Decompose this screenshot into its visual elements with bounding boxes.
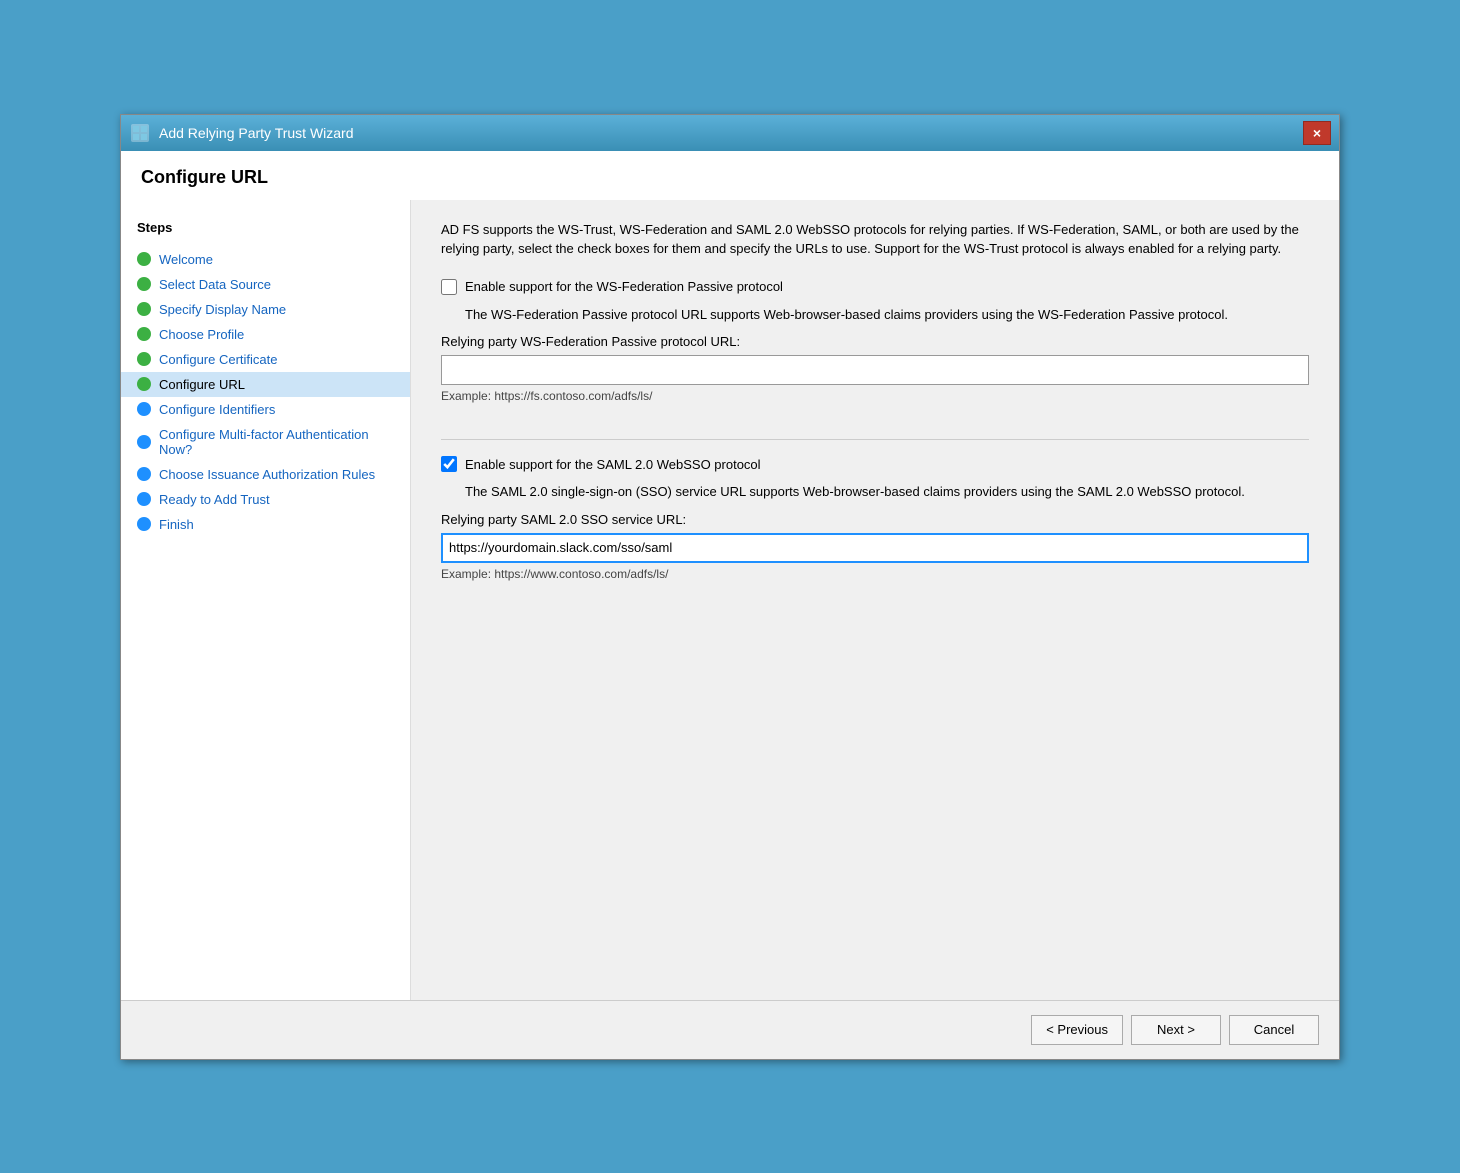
ws-federation-checkbox[interactable] bbox=[441, 279, 457, 295]
window-title: Add Relying Party Trust Wizard bbox=[159, 125, 354, 141]
sidebar-item-choose-issuance[interactable]: Choose Issuance Authorization Rules bbox=[121, 462, 410, 487]
content-area: Configure URL Steps Welcome Select Data … bbox=[121, 151, 1339, 1059]
main-description: AD FS supports the WS-Trust, WS-Federati… bbox=[441, 220, 1309, 259]
title-bar: Add Relying Party Trust Wizard × bbox=[121, 115, 1339, 151]
ws-federation-example: Example: https://fs.contoso.com/adfs/ls/ bbox=[441, 389, 1309, 403]
saml-field-label: Relying party SAML 2.0 SSO service URL: bbox=[441, 512, 1309, 527]
step-dot-specify-display-name bbox=[137, 302, 151, 316]
sidebar-item-select-data-source[interactable]: Select Data Source bbox=[121, 272, 410, 297]
sidebar-item-welcome[interactable]: Welcome bbox=[121, 247, 410, 272]
ws-federation-field-label: Relying party WS-Federation Passive prot… bbox=[441, 334, 1309, 349]
ws-federation-description: The WS-Federation Passive protocol URL s… bbox=[465, 305, 1309, 325]
ws-federation-checkbox-label[interactable]: Enable support for the WS-Federation Pas… bbox=[465, 279, 783, 294]
step-dot-finish bbox=[137, 517, 151, 531]
sidebar-item-label-choose-issuance: Choose Issuance Authorization Rules bbox=[159, 467, 375, 482]
step-dot-choose-profile bbox=[137, 327, 151, 341]
step-dot-configure-identifiers bbox=[137, 402, 151, 416]
saml-checkbox-row: Enable support for the SAML 2.0 WebSSO p… bbox=[441, 456, 1309, 472]
sidebar-item-specify-display-name[interactable]: Specify Display Name bbox=[121, 297, 410, 322]
step-dot-configure-url bbox=[137, 377, 151, 391]
saml-example: Example: https://www.contoso.com/adfs/ls… bbox=[441, 567, 1309, 581]
sidebar-item-label-configure-multifactor: Configure Multi-factor Authentication No… bbox=[159, 427, 394, 457]
ws-federation-section: Enable support for the WS-Federation Pas… bbox=[441, 279, 1309, 404]
sidebar-item-label-configure-url: Configure URL bbox=[159, 377, 245, 392]
saml-description: The SAML 2.0 single-sign-on (SSO) servic… bbox=[465, 482, 1309, 502]
ws-federation-checkbox-row: Enable support for the WS-Federation Pas… bbox=[441, 279, 1309, 295]
sidebar-item-ready-to-add[interactable]: Ready to Add Trust bbox=[121, 487, 410, 512]
step-dot-welcome bbox=[137, 252, 151, 266]
next-button[interactable]: Next > bbox=[1131, 1015, 1221, 1045]
sidebar-item-label-choose-profile: Choose Profile bbox=[159, 327, 244, 342]
previous-button[interactable]: < Previous bbox=[1031, 1015, 1123, 1045]
saml-section: Enable support for the SAML 2.0 WebSSO p… bbox=[441, 456, 1309, 581]
sidebar-item-configure-certificate[interactable]: Configure Certificate bbox=[121, 347, 410, 372]
step-dot-choose-issuance bbox=[137, 467, 151, 481]
ws-federation-url-input[interactable] bbox=[441, 355, 1309, 385]
divider bbox=[441, 439, 1309, 440]
sidebar-item-label-configure-identifiers: Configure Identifiers bbox=[159, 402, 275, 417]
sidebar: Steps Welcome Select Data Source Specify… bbox=[121, 200, 411, 1000]
sidebar-item-configure-multifactor[interactable]: Configure Multi-factor Authentication No… bbox=[121, 422, 410, 462]
saml-checkbox-label[interactable]: Enable support for the SAML 2.0 WebSSO p… bbox=[465, 457, 761, 472]
sidebar-item-configure-url[interactable]: Configure URL bbox=[121, 372, 410, 397]
step-dot-ready-to-add bbox=[137, 492, 151, 506]
sidebar-item-label-configure-certificate: Configure Certificate bbox=[159, 352, 278, 367]
cancel-button[interactable]: Cancel bbox=[1229, 1015, 1319, 1045]
sidebar-item-finish[interactable]: Finish bbox=[121, 512, 410, 537]
page-title: Configure URL bbox=[121, 151, 1339, 200]
sidebar-item-configure-identifiers[interactable]: Configure Identifiers bbox=[121, 397, 410, 422]
sidebar-item-label-select-data-source: Select Data Source bbox=[159, 277, 271, 292]
step-dot-select-data-source bbox=[137, 277, 151, 291]
steps-label: Steps bbox=[121, 216, 410, 247]
sidebar-item-label-ready-to-add: Ready to Add Trust bbox=[159, 492, 270, 507]
saml-url-input[interactable] bbox=[441, 533, 1309, 563]
right-panel: AD FS supports the WS-Trust, WS-Federati… bbox=[411, 200, 1339, 1000]
title-bar-left: Add Relying Party Trust Wizard bbox=[129, 122, 354, 144]
main-window: Add Relying Party Trust Wizard × Configu… bbox=[120, 114, 1340, 1060]
step-dot-configure-multifactor bbox=[137, 435, 151, 449]
sidebar-item-label-specify-display-name: Specify Display Name bbox=[159, 302, 286, 317]
close-button[interactable]: × bbox=[1303, 121, 1331, 145]
sidebar-item-label-finish: Finish bbox=[159, 517, 194, 532]
main-layout: Steps Welcome Select Data Source Specify… bbox=[121, 200, 1339, 1000]
app-icon bbox=[129, 122, 151, 144]
sidebar-item-choose-profile[interactable]: Choose Profile bbox=[121, 322, 410, 347]
sidebar-item-label-welcome: Welcome bbox=[159, 252, 213, 267]
footer: < Previous Next > Cancel bbox=[121, 1000, 1339, 1059]
step-dot-configure-certificate bbox=[137, 352, 151, 366]
saml-checkbox[interactable] bbox=[441, 456, 457, 472]
